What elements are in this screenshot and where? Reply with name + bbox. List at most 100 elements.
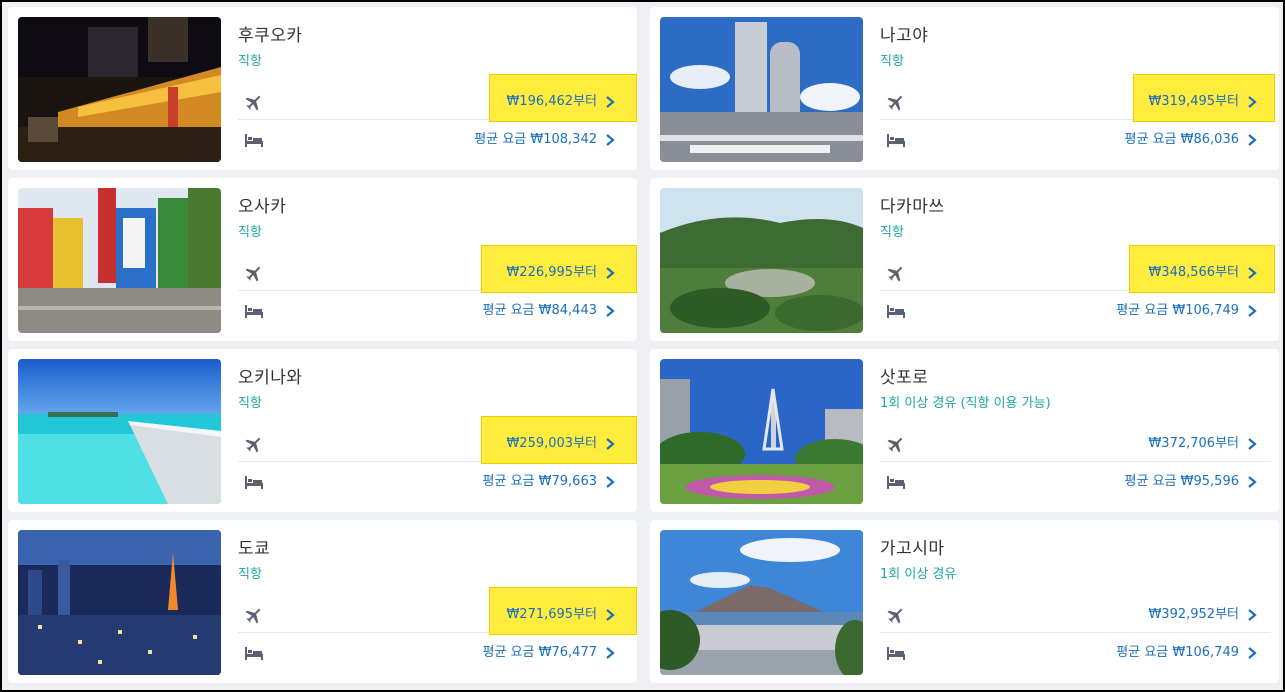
nagoya-photo-image: [660, 17, 863, 162]
flight-price-link[interactable]: ₩196,462부터: [506, 88, 617, 116]
destination-card[interactable]: 나고야 직항 ₩319,495부터 평균 요금 ₩86,036: [650, 7, 1279, 170]
hotel-price-link[interactable]: 평균 요금 ₩86,036: [1125, 126, 1259, 154]
bed-icon: [245, 647, 263, 660]
destination-photo[interactable]: [660, 530, 863, 675]
flight-row: ₩226,995부터: [238, 245, 637, 293]
bed-icon: [245, 305, 263, 318]
route-type: 직항: [880, 54, 904, 69]
chevron-right-icon: [1248, 609, 1257, 621]
airplane-icon: [887, 95, 903, 111]
flight-row: ₩259,003부터: [238, 416, 637, 464]
destination-photo[interactable]: [660, 188, 863, 333]
bed-icon: [887, 305, 905, 318]
takamatsu-photo-image: [660, 188, 863, 333]
bed-icon: [887, 134, 905, 147]
chevron-right-icon: [606, 267, 615, 279]
flight-price-link[interactable]: ₩226,995부터: [506, 259, 617, 287]
flight-row: ₩392,952부터: [880, 598, 1271, 633]
destination-card[interactable]: 오사카 직항 ₩226,995부터 평균 요금 ₩84,443: [8, 178, 637, 341]
city-name[interactable]: 후쿠오카: [238, 21, 303, 46]
flight-row: ₩319,495부터: [880, 74, 1275, 122]
destination-photo[interactable]: [660, 359, 863, 504]
city-name[interactable]: 도쿄: [238, 534, 270, 559]
destination-card[interactable]: 삿포로 1회 이상 경유 (직항 이용 가능) ₩372,706부터 평균 요금…: [650, 349, 1279, 512]
destination-card[interactable]: 다카마쓰 직항 ₩348,566부터 평균 요금 ₩106,749: [650, 178, 1279, 341]
hotel-price-link[interactable]: 평균 요금 ₩84,443: [483, 297, 617, 325]
route-type: 1회 이상 경유: [880, 567, 957, 582]
chevron-right-icon: [1248, 438, 1257, 450]
airplane-icon: [887, 437, 903, 453]
chevron-right-icon: [1248, 96, 1257, 108]
hotel-price-label: 평균 요금 ₩76,477: [482, 645, 597, 660]
chevron-right-icon: [1248, 134, 1257, 146]
hotel-price-link[interactable]: 평균 요금 ₩108,342: [474, 126, 617, 154]
route-type: 직항: [238, 396, 262, 411]
flight-price-link[interactable]: ₩271,695부터: [506, 601, 617, 629]
hotel-price-link[interactable]: 평균 요금 ₩76,477: [483, 639, 617, 667]
destination-card[interactable]: 오키나와 직항 ₩259,003부터 평균 요금 ₩79,663: [8, 349, 637, 512]
airplane-icon: [245, 95, 261, 111]
flight-price-label: ₩348,566부터: [1148, 265, 1239, 280]
hotel-price-link[interactable]: 평균 요금 ₩95,596: [1125, 468, 1259, 496]
destination-photo[interactable]: [18, 188, 221, 333]
hotel-row: 평균 요금 ₩95,596: [880, 465, 1271, 499]
flight-price-label: ₩372,706부터: [1148, 436, 1239, 451]
flight-price-link[interactable]: ₩348,566부터: [1148, 259, 1259, 287]
city-name[interactable]: 오사카: [238, 192, 286, 217]
flight-price-link[interactable]: ₩392,952부터: [1148, 601, 1259, 629]
hotel-price-link[interactable]: 평균 요금 ₩106,749: [1116, 639, 1259, 667]
destination-card[interactable]: 가고시마 1회 이상 경유 ₩392,952부터 평균 요금 ₩106,749: [650, 520, 1279, 683]
airplane-icon: [887, 266, 903, 282]
hotel-row: 평균 요금 ₩86,036: [880, 123, 1271, 157]
destination-photo[interactable]: [18, 17, 221, 162]
route-type: 직항: [238, 567, 262, 582]
flight-price-link[interactable]: ₩259,003부터: [506, 430, 617, 458]
destination-card[interactable]: 후쿠오카 직항 ₩196,462부터 평균 요금 ₩108,342: [8, 7, 637, 170]
route-type: 직항: [880, 225, 904, 240]
hotel-price-label: 평균 요금 ₩106,749: [1116, 645, 1239, 660]
destination-photo[interactable]: [18, 359, 221, 504]
airplane-icon: [245, 437, 261, 453]
destination-photo[interactable]: [18, 530, 221, 675]
hotel-row: 평균 요금 ₩106,749: [880, 294, 1271, 328]
bed-icon: [887, 476, 905, 489]
city-name[interactable]: 삿포로: [880, 363, 928, 388]
airplane-icon: [887, 608, 903, 624]
hotel-row: 평균 요금 ₩79,663: [238, 465, 629, 499]
flight-row: ₩271,695부터: [238, 587, 637, 635]
chevron-right-icon: [1248, 476, 1257, 488]
tokyo-photo-image: [18, 530, 221, 675]
bed-icon: [245, 134, 263, 147]
flight-price-link[interactable]: ₩372,706부터: [1148, 430, 1259, 458]
bed-icon: [245, 476, 263, 489]
city-name[interactable]: 다카마쓰: [880, 192, 945, 217]
hotel-row: 평균 요금 ₩76,477: [238, 636, 629, 670]
destination-photo[interactable]: [660, 17, 863, 162]
flight-price-link[interactable]: ₩319,495부터: [1148, 88, 1259, 116]
chevron-right-icon: [606, 647, 615, 659]
hotel-price-label: 평균 요금 ₩108,342: [474, 132, 597, 147]
route-type: 직항: [238, 54, 262, 69]
flight-price-label: ₩392,952부터: [1148, 607, 1239, 622]
flight-price-label: ₩319,495부터: [1148, 94, 1239, 109]
city-name[interactable]: 오키나와: [238, 363, 303, 388]
route-type: 직항: [238, 225, 262, 240]
hotel-price-link[interactable]: 평균 요금 ₩106,749: [1116, 297, 1259, 325]
airplane-icon: [245, 608, 261, 624]
chevron-right-icon: [606, 134, 615, 146]
city-name[interactable]: 나고야: [880, 21, 928, 46]
chevron-right-icon: [606, 438, 615, 450]
hotel-price-label: 평균 요금 ₩86,036: [1124, 132, 1239, 147]
chevron-right-icon: [1248, 647, 1257, 659]
hotel-price-label: 평균 요금 ₩84,443: [482, 303, 597, 318]
chevron-right-icon: [606, 96, 615, 108]
flight-price-label: ₩226,995부터: [506, 265, 597, 280]
flight-price-label: ₩271,695부터: [506, 607, 597, 622]
chevron-right-icon: [1248, 305, 1257, 317]
destination-card[interactable]: 도쿄 직항 ₩271,695부터 평균 요금 ₩76,477: [8, 520, 637, 683]
flight-row: ₩196,462부터: [238, 74, 637, 122]
chevron-right-icon: [606, 305, 615, 317]
city-name[interactable]: 가고시마: [880, 534, 945, 559]
hotel-price-label: 평균 요금 ₩106,749: [1116, 303, 1239, 318]
hotel-price-link[interactable]: 평균 요금 ₩79,663: [483, 468, 617, 496]
